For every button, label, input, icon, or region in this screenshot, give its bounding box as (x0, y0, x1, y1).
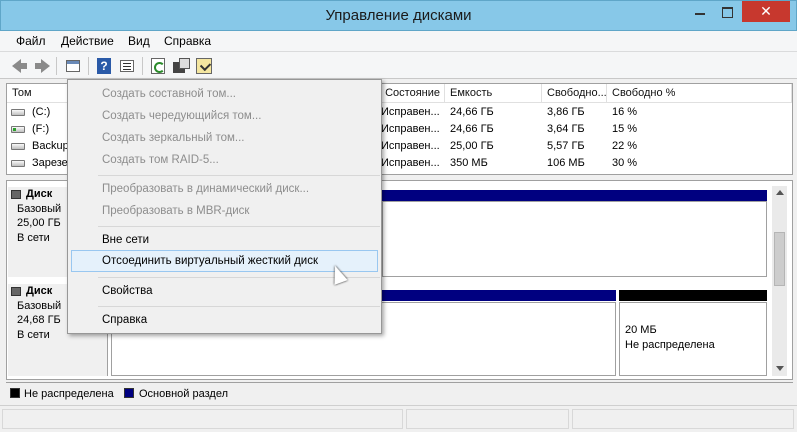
volume-free-pct: 15 % (612, 123, 638, 135)
column-header-free-pct[interactable]: Свободно % (607, 84, 792, 103)
status-panel (2, 409, 403, 429)
partition[interactable] (382, 201, 767, 277)
legend: Не распределена Основной раздел (6, 382, 793, 404)
help-icon[interactable]: ? (95, 57, 113, 75)
refresh-icon[interactable] (149, 57, 167, 75)
forward-icon[interactable] (33, 57, 51, 75)
legend-swatch-primary (124, 388, 134, 398)
close-button[interactable]: ✕ (742, 1, 790, 22)
menu-file[interactable]: Файл (16, 34, 46, 48)
volume-free: 3,64 ГБ (547, 123, 585, 135)
menu-item-create-raid5: Создать том RAID-5... (102, 154, 219, 166)
volume-status: Исправен... (381, 140, 440, 152)
toolbar: ? (0, 52, 797, 79)
drive-icon (11, 160, 25, 167)
column-header-free[interactable]: Свободно... (542, 84, 607, 103)
volume-capacity: 350 МБ (450, 157, 488, 169)
volume-free-pct: 16 % (612, 106, 638, 118)
volume-free: 106 МБ (547, 157, 585, 169)
panel-icon[interactable] (64, 57, 82, 75)
volume-capacity: 24,66 ГБ (450, 123, 494, 135)
drive-icon (11, 109, 25, 116)
menu-action[interactable]: Действие (61, 34, 114, 48)
legend-swatch-unallocated (10, 388, 20, 398)
menu-view[interactable]: Вид (128, 34, 150, 48)
menu-item-create-striped: Создать чередующийся том... (102, 110, 262, 122)
volume-name: (C:) (32, 106, 51, 118)
toolbar-separator (88, 57, 89, 75)
status-bar (0, 405, 797, 432)
status-panel (406, 409, 569, 429)
menu-item-detach-vhd[interactable]: Отсоединить виртуальный жесткий диск (102, 255, 318, 267)
menu-help[interactable]: Справка (164, 34, 211, 48)
volume-status: Исправен... (381, 123, 440, 135)
menu-item-convert-dynamic: Преобразовать в динамический диск... (102, 183, 310, 195)
properties-icon[interactable] (172, 57, 190, 75)
drive-icon (11, 143, 25, 150)
volume-free: 3,86 ГБ (547, 106, 585, 118)
partition-size: 20 МБ (625, 324, 657, 336)
toolbar-separator (142, 57, 143, 75)
disk-icon (11, 190, 21, 199)
legend-label: Не распределена (24, 388, 114, 400)
legend-label: Основной раздел (139, 388, 228, 400)
context-menu: Создать составной том... Создать чередую… (67, 79, 382, 334)
minimize-button[interactable] (687, 2, 713, 22)
scroll-down-icon[interactable] (776, 366, 784, 371)
drive-icon (11, 126, 25, 133)
title-bar: Управление дисками ✕ (0, 0, 797, 31)
disk-icon (11, 287, 21, 296)
menu-bar: Файл Действие Вид Справка (0, 31, 797, 52)
scroll-thumb[interactable] (774, 232, 785, 286)
menu-item-help[interactable]: Справка (102, 314, 147, 326)
list-icon[interactable] (118, 57, 136, 75)
menu-separator (98, 306, 380, 307)
window-title: Управление дисками (325, 7, 472, 24)
back-icon[interactable] (10, 57, 28, 75)
partition-bar (382, 190, 767, 201)
vertical-scrollbar[interactable] (772, 186, 787, 376)
menu-item-convert-mbr: Преобразовать в MBR-диск (102, 205, 250, 217)
volume-capacity: 25,00 ГБ (450, 140, 494, 152)
volume-name: Backup (32, 140, 69, 152)
volume-status: Исправен... (381, 106, 440, 118)
volume-free: 5,57 ГБ (547, 140, 585, 152)
volume-free-pct: 22 % (612, 140, 638, 152)
volume-status: Исправен... (381, 157, 440, 169)
menu-separator (98, 226, 380, 227)
menu-item-create-mirrored: Создать зеркальный том... (102, 132, 245, 144)
toolbar-separator (56, 57, 57, 75)
unallocated-partition[interactable]: 20 МБ Не распределена (619, 302, 767, 376)
menu-separator (98, 175, 380, 176)
partition-status: Не распределена (625, 339, 715, 351)
column-header-status[interactable]: Состояние (376, 84, 445, 103)
check-icon[interactable] (195, 57, 213, 75)
column-header-capacity[interactable]: Емкость (445, 84, 542, 103)
partition-bar (619, 290, 767, 301)
volume-free-pct: 30 % (612, 157, 638, 169)
maximize-button[interactable] (714, 2, 740, 22)
status-panel (572, 409, 794, 429)
scroll-up-icon[interactable] (776, 190, 784, 195)
menu-item-offline[interactable]: Вне сети (102, 234, 149, 246)
menu-item-create-spanned: Создать составной том... (102, 88, 236, 100)
volume-name: Зарезер... (32, 157, 72, 169)
volume-capacity: 24,66 ГБ (450, 106, 494, 118)
volume-name: (F:) (32, 123, 50, 135)
column-header-volume[interactable]: Том (7, 84, 68, 103)
menu-item-properties[interactable]: Свойства (102, 285, 153, 297)
